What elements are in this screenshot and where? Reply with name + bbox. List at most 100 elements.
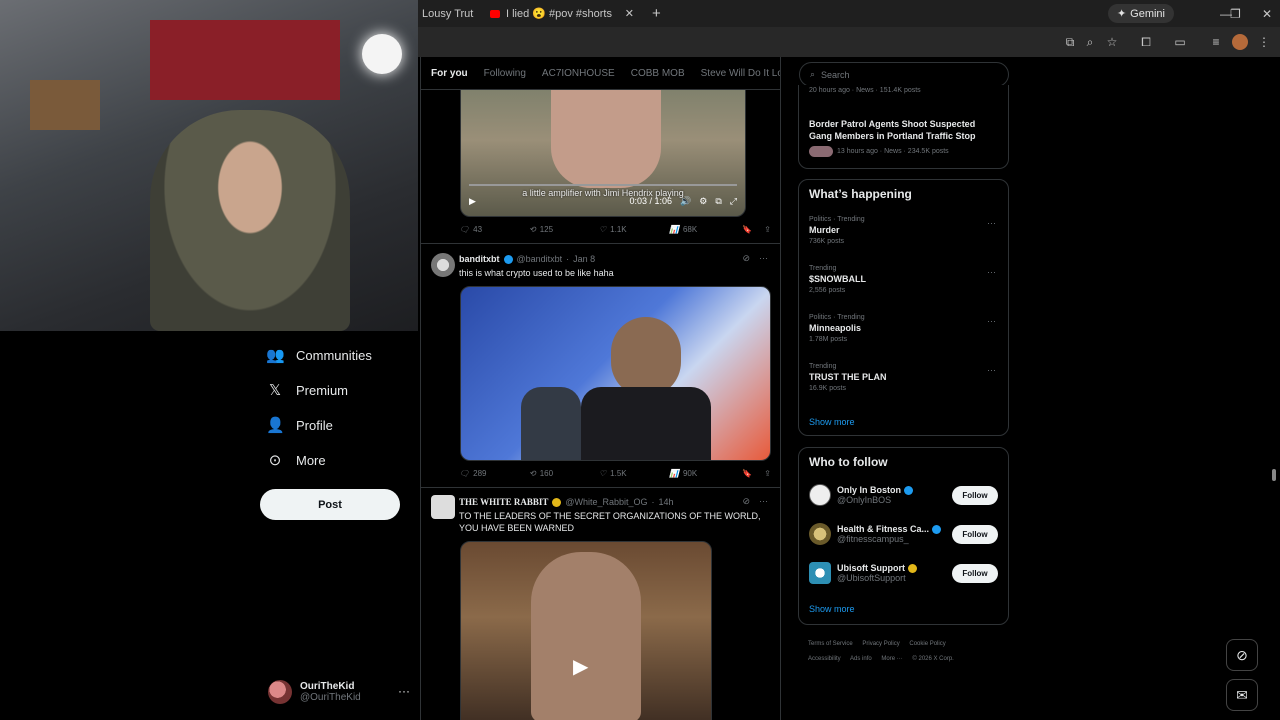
play-icon[interactable]: ▶ bbox=[573, 654, 588, 679]
restore-button[interactable]: ❐ bbox=[1230, 0, 1241, 27]
grok-icon[interactable]: ⊘ bbox=[742, 496, 750, 507]
post-button[interactable]: Post bbox=[260, 489, 400, 520]
search-input[interactable]: ⌕ Search bbox=[799, 62, 1009, 87]
play-icon[interactable]: ▶ bbox=[469, 196, 476, 207]
nav-item-premium[interactable]: 𝕏 Premium bbox=[266, 381, 348, 399]
follow-suggestion[interactable]: Health & Fitness Ca... @fitnesscampus_ bbox=[809, 523, 942, 545]
tweet-more-icon[interactable]: ··· bbox=[759, 496, 768, 507]
reply-button[interactable]: 🗨 289 bbox=[459, 469, 529, 478]
tweet-actions: 🗨 43 ⟲ 125 ♡ 1.1K 📊 68K 🔖 ⇪ bbox=[459, 225, 771, 234]
video-controls: ▶ 0:03 / 1:06 🔊 ⚙ ⧉ ⤢ bbox=[469, 195, 737, 207]
browser-tab[interactable]: Lousy Trut ✕ bbox=[418, 0, 482, 27]
bookmark-icon[interactable]: 🔖 bbox=[742, 225, 752, 234]
like-button[interactable]: ♡ 1.5K bbox=[599, 469, 669, 478]
footer-link[interactable]: Privacy Policy bbox=[862, 641, 899, 647]
nav-item-profile[interactable]: 👤 Profile bbox=[266, 416, 333, 434]
kebab-menu-icon[interactable]: ⋮ bbox=[1256, 34, 1272, 50]
page-scrollbar[interactable] bbox=[1270, 57, 1278, 720]
close-icon[interactable]: ✕ bbox=[625, 7, 634, 20]
news-item[interactable]: Border Patrol Agents Shoot Suspected Gan… bbox=[809, 118, 999, 142]
bookmark-icon[interactable]: 🔖 bbox=[742, 469, 752, 478]
footer-link[interactable]: Accessibility bbox=[808, 656, 841, 662]
footer-link[interactable]: Cookie Policy bbox=[909, 641, 945, 647]
repost-button[interactable]: ⟲ 160 bbox=[529, 469, 599, 478]
messages-button[interactable]: ✉ bbox=[1226, 679, 1258, 711]
account-switcher[interactable]: OuriTheKid @OuriTheKid bbox=[268, 680, 361, 704]
repost-icon: ⟲ bbox=[529, 469, 536, 478]
repost-button[interactable]: ⟲ 125 bbox=[529, 225, 599, 234]
reply-icon: 🗨 bbox=[459, 469, 470, 478]
grok-icon[interactable]: ⊘ bbox=[742, 253, 750, 264]
nav-item-communities[interactable]: 👥 Communities bbox=[266, 346, 372, 364]
follow-suggestion[interactable]: Only In Boston @OnlyInBOS bbox=[809, 484, 913, 506]
media-icon[interactable]: ≡ bbox=[1208, 34, 1224, 50]
lamp bbox=[362, 34, 402, 74]
streamer bbox=[150, 110, 350, 331]
sidepanel-icon[interactable]: ▭ bbox=[1172, 34, 1188, 50]
zoom-icon[interactable]: ⌕ bbox=[1082, 34, 1098, 50]
follow-button[interactable]: Follow bbox=[952, 564, 998, 583]
trend-more-icon[interactable]: ··· bbox=[987, 267, 996, 277]
people-icon: 👥 bbox=[266, 347, 285, 364]
new-tab-button[interactable]: + bbox=[642, 5, 671, 22]
avatar bbox=[809, 523, 831, 545]
reply-icon: 🗨 bbox=[459, 225, 470, 234]
reply-button[interactable]: 🗨 43 bbox=[459, 225, 529, 234]
settings-icon[interactable]: ⚙ bbox=[699, 196, 707, 207]
tweet-image[interactable] bbox=[460, 286, 771, 461]
install-icon[interactable]: ⧉ bbox=[1062, 34, 1078, 50]
trend-item[interactable]: Politics · Trending Murder 736K posts bbox=[809, 216, 865, 245]
sparkle-icon: ✦ bbox=[1116, 8, 1127, 20]
window-close-button[interactable]: ✕ bbox=[1262, 0, 1272, 27]
tab-for-you[interactable]: For you bbox=[431, 68, 468, 79]
tab-ac7ionhouse[interactable]: AC7IONHOUSE bbox=[542, 68, 615, 79]
tweet-video[interactable]: ▶ bbox=[460, 541, 712, 720]
tweet-header: THE WHITE RABBIT @White_Rabbit_OG · 14h bbox=[459, 497, 674, 507]
follow-button[interactable]: Follow bbox=[952, 525, 998, 544]
tab-following[interactable]: Following bbox=[484, 68, 526, 79]
fullscreen-icon[interactable]: ⤢ bbox=[730, 196, 737, 207]
heart-icon: ♡ bbox=[599, 469, 607, 478]
tweet-more-icon[interactable]: ··· bbox=[759, 253, 768, 264]
tab-steve[interactable]: Steve Will Do It Loyal bbox=[701, 68, 780, 79]
show-more-link[interactable]: Show more bbox=[809, 417, 855, 427]
follow-button[interactable]: Follow bbox=[952, 486, 998, 505]
extensions-icon[interactable]: ⧠ bbox=[1138, 34, 1154, 50]
tweet-video[interactable]: a little amplifier with Jimi Hendrix pla… bbox=[460, 77, 746, 217]
bookmark-star-icon[interactable]: ☆ bbox=[1104, 34, 1120, 50]
footer-link[interactable]: Terms of Service bbox=[808, 641, 853, 647]
views-icon: 📊 bbox=[669, 469, 679, 478]
tab-cobb-mob[interactable]: COBB MOB bbox=[631, 68, 685, 79]
avatar[interactable] bbox=[431, 495, 455, 519]
volume-icon[interactable]: 🔊 bbox=[680, 196, 691, 207]
follow-suggestion[interactable]: Ubisoft Support @UbisoftSupport bbox=[809, 562, 917, 584]
trend-more-icon[interactable]: ··· bbox=[987, 218, 996, 228]
footer-link[interactable]: Ads info bbox=[850, 656, 872, 662]
views-button[interactable]: 📊 90K bbox=[669, 469, 739, 478]
show-more-link[interactable]: Show more bbox=[809, 604, 855, 614]
footer-links: Terms of Service Privacy Policy Cookie P… bbox=[808, 641, 954, 662]
footer-link[interactable]: More ··· bbox=[881, 656, 902, 662]
nav-item-more[interactable]: ⊙ More bbox=[266, 451, 326, 469]
share-icon[interactable]: ⇪ bbox=[764, 225, 771, 234]
gemini-button[interactable]: ✦ Gemini bbox=[1107, 4, 1174, 23]
profile-avatar[interactable] bbox=[1232, 34, 1248, 50]
avatar bbox=[809, 146, 833, 157]
account-more-icon[interactable]: ··· bbox=[398, 684, 410, 698]
share-icon[interactable]: ⇪ bbox=[764, 469, 771, 478]
browser-tab[interactable]: I lied 😮 #pov #shorts #fyp #s ✕ bbox=[482, 0, 642, 27]
pip-icon[interactable]: ⧉ bbox=[715, 196, 721, 207]
like-button[interactable]: ♡ 1.1K bbox=[599, 225, 669, 234]
views-button[interactable]: 📊 68K bbox=[669, 225, 739, 234]
verified-badge-icon bbox=[908, 563, 917, 573]
trend-item[interactable]: Trending $SNOWBALL 2,556 posts bbox=[809, 265, 866, 294]
trend-item[interactable]: Politics · Trending Minneapolis 1.78M po… bbox=[809, 314, 865, 343]
trend-item[interactable]: Trending TRUST THE PLAN 16.9K posts bbox=[809, 363, 887, 392]
scrollbar-thumb[interactable] bbox=[1272, 469, 1276, 481]
grok-button[interactable]: ⊘ bbox=[1226, 639, 1258, 671]
browser-tabstrip: Lousy Trut ✕ I lied 😮 #pov #shorts #fyp … bbox=[418, 0, 1280, 27]
avatar[interactable] bbox=[431, 253, 455, 277]
whats-happening-card: What’s happening Politics · Trending Mur… bbox=[798, 179, 1009, 436]
trend-more-icon[interactable]: ··· bbox=[987, 365, 996, 375]
trend-more-icon[interactable]: ··· bbox=[987, 316, 996, 326]
